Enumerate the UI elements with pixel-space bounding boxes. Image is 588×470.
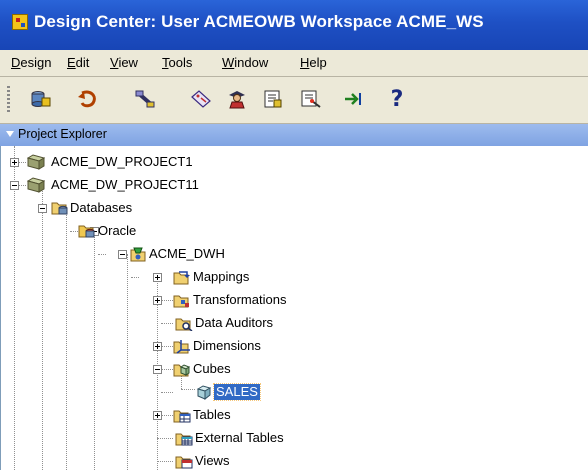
- tree-connector: [181, 389, 195, 390]
- menu-design[interactable]: Design: [11, 55, 51, 70]
- tree-node-oracle[interactable]: Oracle: [98, 223, 136, 239]
- toolbar-grip[interactable]: [7, 86, 10, 112]
- tree-connector: [161, 369, 173, 370]
- menu-bar: Design Edit View Tools Window Help: [0, 50, 588, 77]
- project-icon: [27, 154, 45, 170]
- tag-icon: [191, 90, 211, 108]
- tables-icon: [173, 410, 191, 423]
- expand-toggle-icon[interactable]: [10, 158, 19, 167]
- project-icon: [27, 177, 45, 193]
- tree-node-dimensions[interactable]: Dimensions: [193, 338, 261, 354]
- tree-connector: [18, 162, 26, 163]
- tree-connector: [161, 323, 173, 324]
- menu-help-mnemonic: H: [300, 55, 310, 70]
- connect-button[interactable]: [132, 87, 158, 111]
- menu-tools-rest: ools: [168, 55, 193, 70]
- wizard-icon: [301, 90, 321, 108]
- tree-node-data-auditors[interactable]: Data Auditors: [195, 315, 273, 331]
- databases-folder-icon: [51, 202, 68, 215]
- menu-view[interactable]: View: [110, 55, 138, 70]
- expand-toggle-icon[interactable]: [153, 273, 162, 282]
- wizard-button[interactable]: [298, 87, 324, 111]
- goto-icon: [345, 93, 361, 105]
- collapse-arrow-icon[interactable]: [6, 131, 14, 137]
- menu-design-rest: esign: [20, 55, 52, 70]
- help-icon: ?: [390, 86, 404, 112]
- template-button[interactable]: [260, 87, 286, 111]
- menu-window-rest: indow: [234, 55, 269, 70]
- tree-guide-line: [14, 146, 15, 470]
- user-button[interactable]: [224, 87, 250, 111]
- undo-button[interactable]: [74, 87, 100, 111]
- tree-node-mappings[interactable]: Mappings: [193, 269, 249, 285]
- menu-help-rest: elp: [309, 55, 327, 70]
- mappings-icon: [173, 271, 190, 285]
- user-icon: [229, 91, 245, 109]
- tree-node-acme-dw-project11[interactable]: ACME_DW_PROJECT11: [51, 177, 199, 193]
- menu-window[interactable]: Window: [222, 55, 268, 70]
- tree-connector: [161, 392, 173, 393]
- tree-node-databases[interactable]: Databases: [70, 200, 132, 216]
- connect-icon: [135, 90, 155, 108]
- views-icon: [175, 456, 193, 469]
- menu-edit-rest: dit: [75, 55, 90, 70]
- tree-guide-line: [66, 208, 67, 470]
- tree-node-acme-dwh[interactable]: ACME_DWH: [149, 246, 225, 262]
- tree-node-tables[interactable]: Tables: [193, 407, 231, 423]
- tree-node-acme-dw-project1[interactable]: ACME_DW_PROJECT1: [51, 154, 193, 170]
- collapse-toggle-icon[interactable]: [118, 250, 127, 259]
- project-tree[interactable]: ACME_DW_PROJECT1 ACME_DW_PROJECT11 Datab…: [0, 146, 588, 470]
- transformations-icon: [173, 295, 189, 308]
- collapse-toggle-icon[interactable]: [153, 365, 162, 374]
- tree-node-cubes[interactable]: Cubes: [193, 361, 231, 377]
- tree-connector: [18, 185, 26, 186]
- design-center-icon: [12, 14, 28, 30]
- tree-node-transformations[interactable]: Transformations: [193, 292, 286, 308]
- cubes-folder-icon: [173, 364, 191, 377]
- tree-guide-line: [42, 185, 43, 470]
- tag-button[interactable]: [188, 87, 214, 111]
- menu-edit[interactable]: Edit: [67, 55, 89, 70]
- menu-view-rest: iew: [118, 55, 138, 70]
- expand-toggle-icon[interactable]: [153, 342, 162, 351]
- deploy-button[interactable]: [28, 87, 54, 111]
- tree-guide-line: [127, 254, 128, 470]
- oracle-folder-icon: [78, 225, 95, 238]
- cube-icon: [196, 385, 212, 400]
- dimensions-icon: [173, 340, 190, 354]
- expand-toggle-icon[interactable]: [153, 411, 162, 420]
- tree-connector: [98, 254, 106, 255]
- deploy-icon: [31, 91, 51, 107]
- expand-toggle-icon[interactable]: [153, 296, 162, 305]
- tree-node-views[interactable]: Views: [195, 453, 229, 469]
- tree-connector: [157, 461, 173, 462]
- tree-connector: [131, 277, 139, 278]
- tree-connector: [161, 300, 173, 301]
- goto-button[interactable]: [340, 87, 366, 111]
- module-icon: [130, 247, 146, 262]
- menu-edit-mnemonic: E: [67, 55, 76, 70]
- menu-design-mnemonic: D: [11, 55, 21, 70]
- template-icon: [264, 90, 282, 108]
- menu-tools[interactable]: Tools: [162, 55, 192, 70]
- collapse-toggle-icon[interactable]: [38, 204, 47, 213]
- data-auditors-icon: [175, 318, 193, 331]
- tree-node-external-tables[interactable]: External Tables: [195, 430, 284, 446]
- external-tables-icon: [175, 433, 193, 446]
- help-button[interactable]: ?: [384, 86, 410, 112]
- tree-guide-line: [94, 231, 95, 470]
- project-explorer-header[interactable]: Project Explorer: [0, 124, 588, 147]
- tree-node-sales[interactable]: SALES: [213, 383, 261, 401]
- menu-help[interactable]: Help: [300, 55, 327, 70]
- project-explorer-title: Project Explorer: [18, 127, 107, 141]
- toolbar: ?: [0, 77, 588, 124]
- undo-icon: [78, 90, 96, 108]
- tree-connector: [70, 231, 78, 232]
- collapse-toggle-icon[interactable]: [10, 181, 19, 190]
- title-bar: Design Center: User ACMEOWB Workspace AC…: [0, 0, 588, 50]
- menu-window-mnemonic: W: [222, 55, 235, 70]
- window-title: Design Center: User ACMEOWB Workspace AC…: [34, 12, 484, 31]
- tree-connector: [161, 415, 173, 416]
- tree-connector: [157, 438, 173, 439]
